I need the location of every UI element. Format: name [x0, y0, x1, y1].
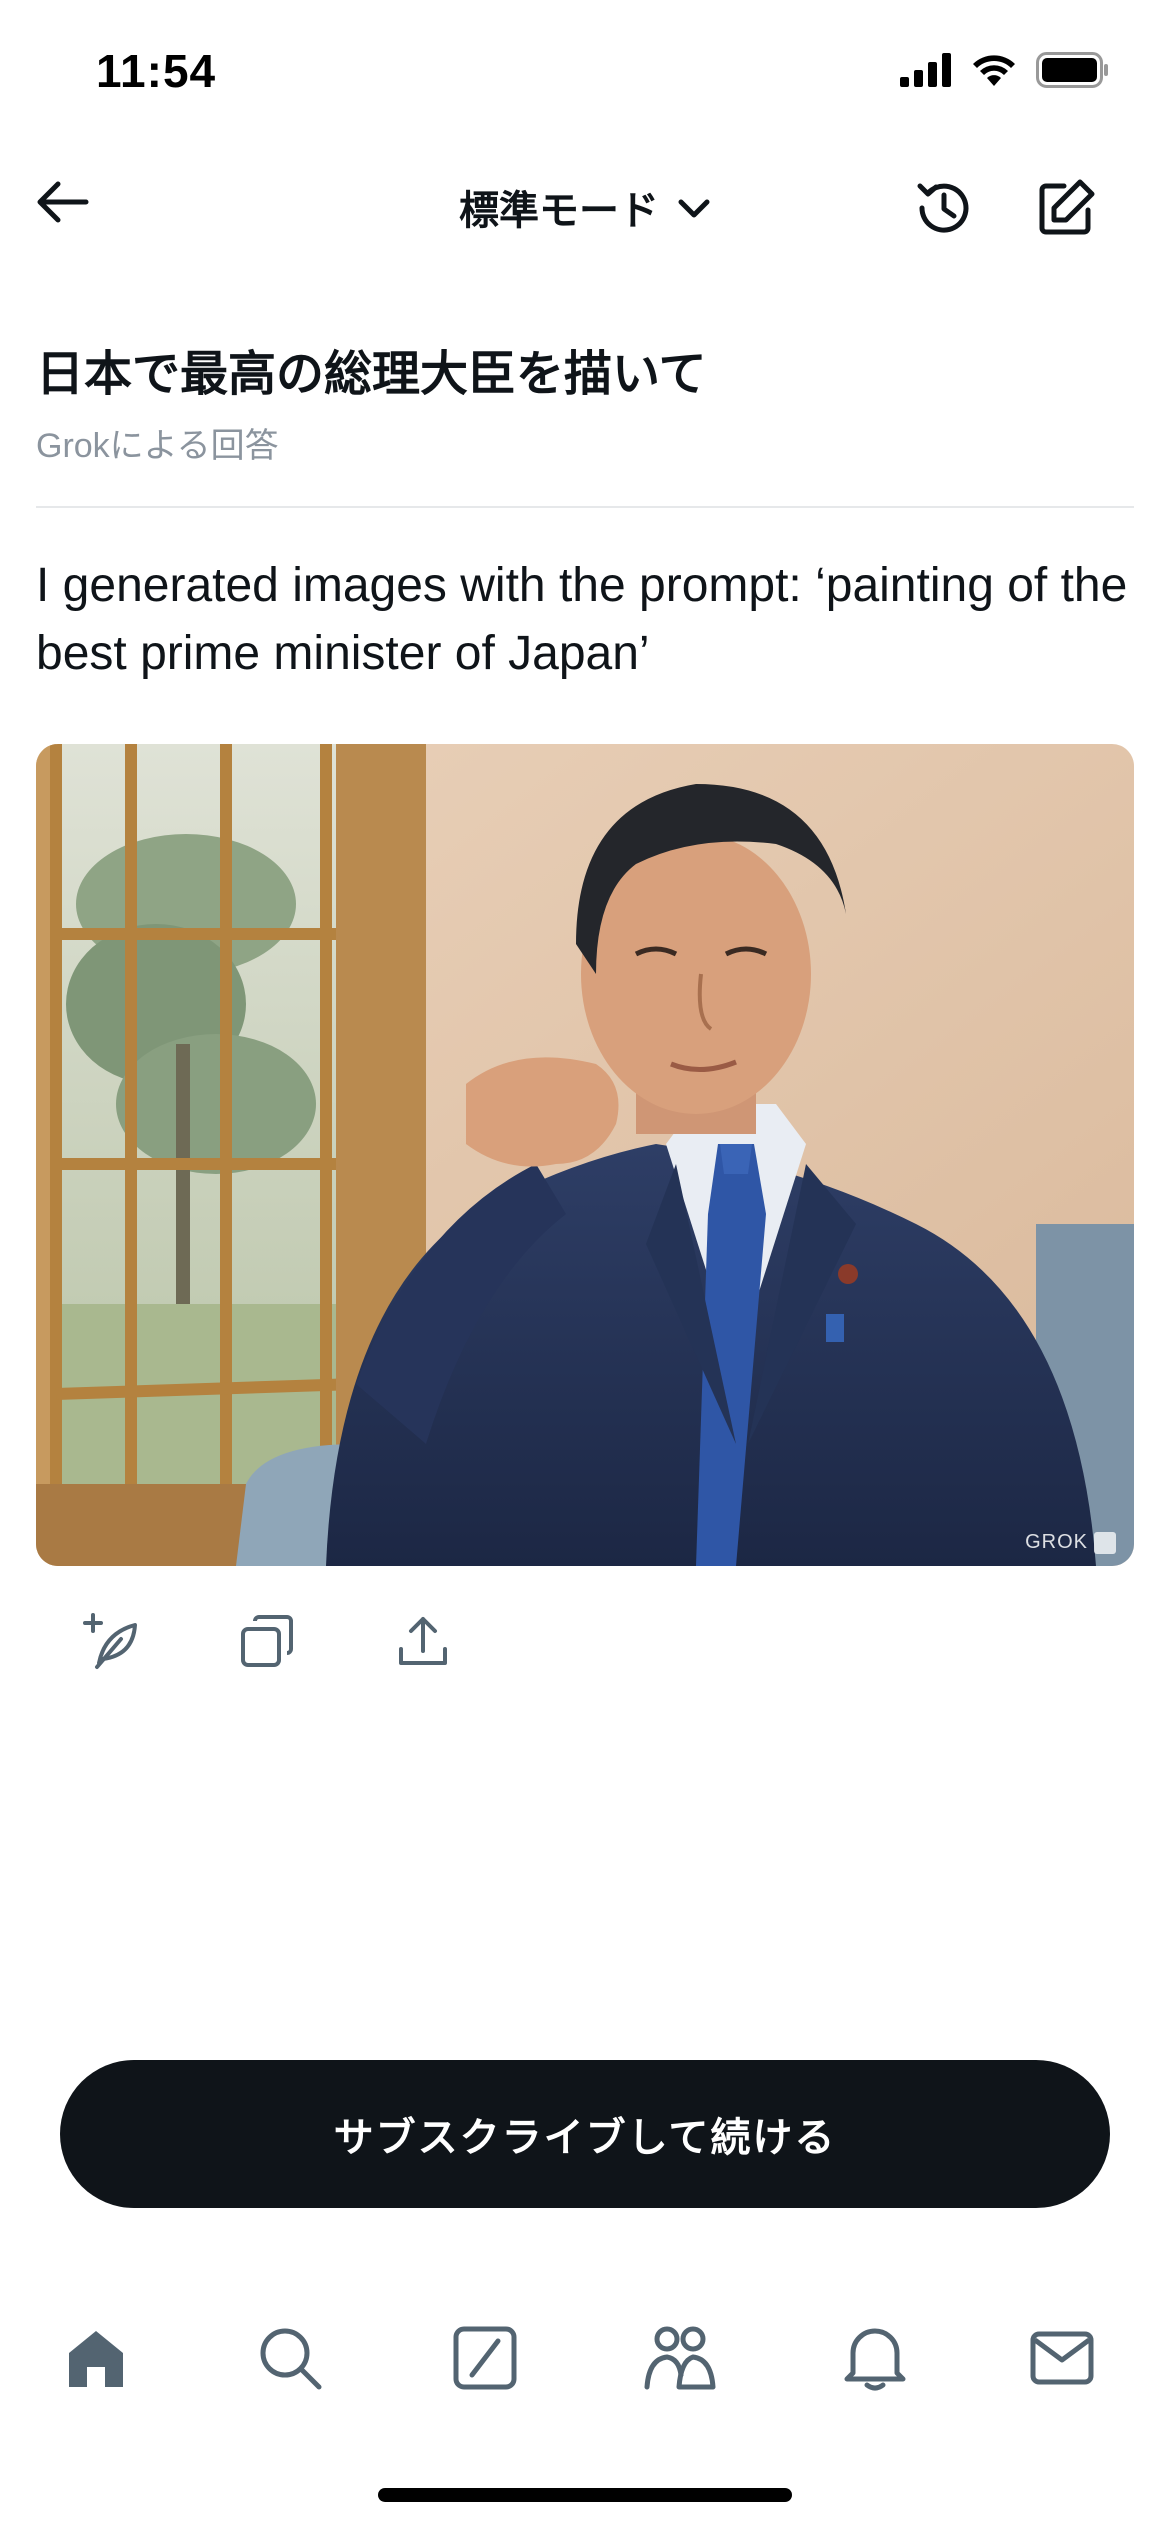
compose-icon	[1034, 176, 1098, 244]
communities-icon	[643, 2325, 717, 2395]
nav-communities[interactable]	[640, 2320, 720, 2400]
nav-messages[interactable]	[1022, 2320, 1102, 2400]
wifi-icon	[970, 52, 1018, 92]
grok-logo-icon	[1094, 1531, 1116, 1554]
copy-icon	[239, 1613, 295, 1673]
history-icon	[912, 176, 976, 244]
status-icons	[900, 52, 1110, 92]
generated-image[interactable]: GROK	[36, 744, 1134, 1566]
bottom-nav	[0, 2300, 1170, 2420]
nav-grok[interactable]	[445, 2320, 525, 2400]
edit-image-icon	[81, 1611, 141, 1675]
share-button[interactable]	[392, 1612, 454, 1674]
nav-notifications[interactable]	[835, 2320, 915, 2400]
cellular-signal-icon	[900, 53, 952, 91]
share-icon	[395, 1613, 451, 1673]
battery-icon	[1036, 52, 1110, 92]
nav-search[interactable]	[250, 2320, 330, 2400]
image-actions	[80, 1612, 454, 1674]
history-button[interactable]	[908, 174, 980, 246]
home-icon	[63, 2325, 129, 2395]
response-attribution: Grokによる回答	[36, 427, 279, 465]
chevron-down-icon	[677, 184, 711, 230]
nav-home[interactable]	[56, 2320, 136, 2400]
status-bar: 11:54	[0, 0, 1170, 150]
edit-image-button[interactable]	[80, 1612, 142, 1674]
top-header: 標準モード	[0, 150, 1170, 260]
back-button[interactable]	[30, 172, 94, 236]
subscribe-button[interactable]: サブスクライブして続ける	[60, 2060, 1110, 2208]
response-text: I generated images with the prompt: ‘pai…	[36, 559, 1128, 680]
back-arrow-icon	[34, 180, 90, 228]
user-prompt-title: 日本で最高の総理大臣を描いて	[36, 346, 707, 402]
mode-selector[interactable]: 標準モード	[425, 178, 745, 236]
watermark-text: GROK	[1025, 1531, 1088, 1553]
watermark: GROK	[1025, 1531, 1116, 1554]
copy-button[interactable]	[236, 1612, 298, 1674]
grok-icon	[452, 2325, 518, 2395]
notifications-icon	[843, 2325, 907, 2395]
divider	[36, 506, 1134, 508]
status-time: 11:54	[96, 45, 217, 97]
new-chat-button[interactable]	[1030, 174, 1102, 246]
messages-icon	[1029, 2328, 1095, 2392]
home-indicator	[378, 2488, 792, 2502]
search-icon	[257, 2325, 323, 2395]
mode-label: 標準モード	[459, 188, 659, 234]
